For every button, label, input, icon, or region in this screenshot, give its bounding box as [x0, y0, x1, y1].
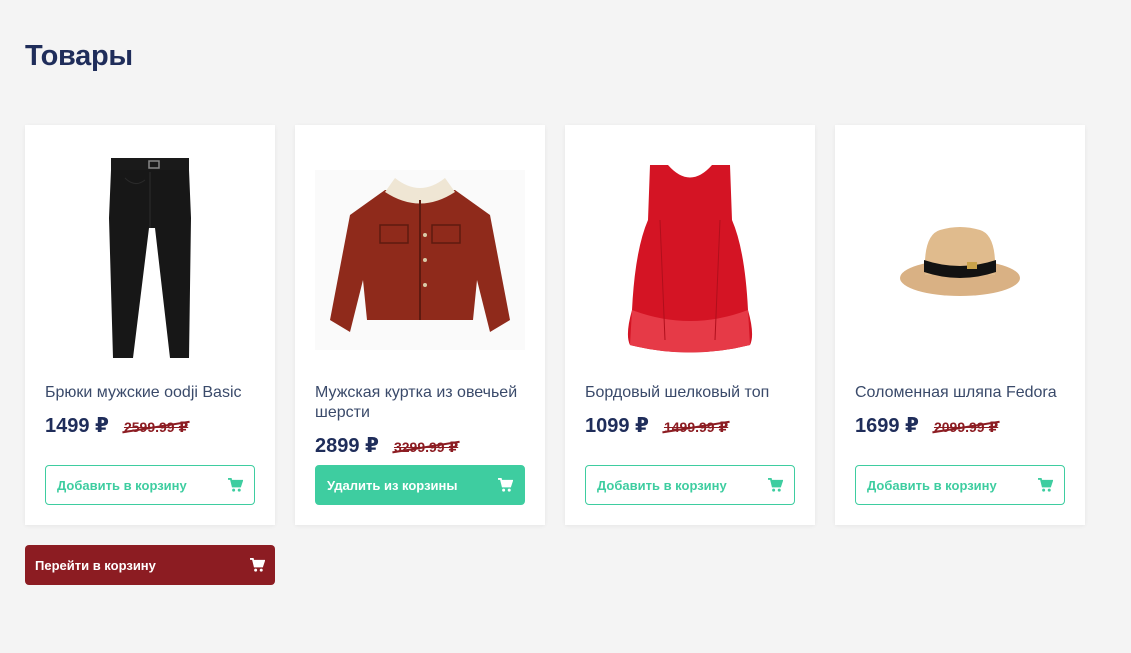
- trousers-image: [45, 145, 255, 375]
- add-to-cart-button[interactable]: Добавить в корзину: [855, 465, 1065, 505]
- current-price: 1699 ₽: [855, 415, 919, 437]
- page-title: Товары: [25, 40, 133, 72]
- cart-icon: [1038, 478, 1053, 492]
- product-name: Брюки мужские oodji Basic: [45, 384, 242, 401]
- cart-icon: [228, 478, 243, 492]
- current-price: 1099 ₽: [585, 415, 649, 437]
- button-label: Перейти в корзину: [35, 557, 156, 573]
- top-image: [585, 145, 795, 375]
- price-row: 1699 ₽ 2099.99 ₽: [855, 413, 1000, 438]
- price-row: 2899 ₽ 3299.99 ₽: [315, 433, 460, 458]
- jacket-image: [315, 145, 525, 375]
- old-price: 3299.99 ₽: [392, 439, 460, 456]
- product-name: Бордовый шелковый топ: [585, 384, 770, 401]
- remove-from-cart-button[interactable]: Удалить из корзины: [315, 465, 525, 505]
- product-list: Брюки мужские oodji Basic 1499 ₽ 2599.99…: [25, 125, 1085, 525]
- price-row: 1499 ₽ 2599.99 ₽: [45, 413, 190, 438]
- product-card: Соломенная шляпа Fedora 1699 ₽ 2099.99 ₽…: [835, 125, 1085, 525]
- add-to-cart-button[interactable]: Добавить в корзину: [45, 465, 255, 505]
- button-label: Добавить в корзину: [867, 477, 997, 493]
- cart-icon: [498, 478, 513, 492]
- button-label: Добавить в корзину: [597, 477, 727, 493]
- product-name: Соломенная шляпа Fedora: [855, 384, 1057, 401]
- button-label: Добавить в корзину: [57, 477, 187, 493]
- price-row: 1099 ₽ 1499.99 ₽: [585, 413, 730, 438]
- hat-image: [855, 145, 1065, 375]
- old-price: 2599.99 ₽: [122, 419, 190, 436]
- button-label: Удалить из корзины: [327, 477, 458, 493]
- product-card: Мужская куртка из овечьей шерсти 2899 ₽ …: [295, 125, 545, 525]
- product-name: Мужская куртка из овечьей шерсти: [315, 384, 518, 421]
- add-to-cart-button[interactable]: Добавить в корзину: [585, 465, 795, 505]
- old-price: 1499.99 ₽: [662, 419, 730, 436]
- cart-icon: [250, 558, 265, 572]
- cart-icon: [768, 478, 783, 492]
- go-to-cart-button[interactable]: Перейти в корзину: [25, 545, 275, 585]
- current-price: 2899 ₽: [315, 435, 379, 457]
- old-price: 2099.99 ₽: [932, 419, 1000, 436]
- product-card: Бордовый шелковый топ 1099 ₽ 1499.99 ₽ Д…: [565, 125, 815, 525]
- product-card: Брюки мужские oodji Basic 1499 ₽ 2599.99…: [25, 125, 275, 525]
- current-price: 1499 ₽: [45, 415, 109, 437]
